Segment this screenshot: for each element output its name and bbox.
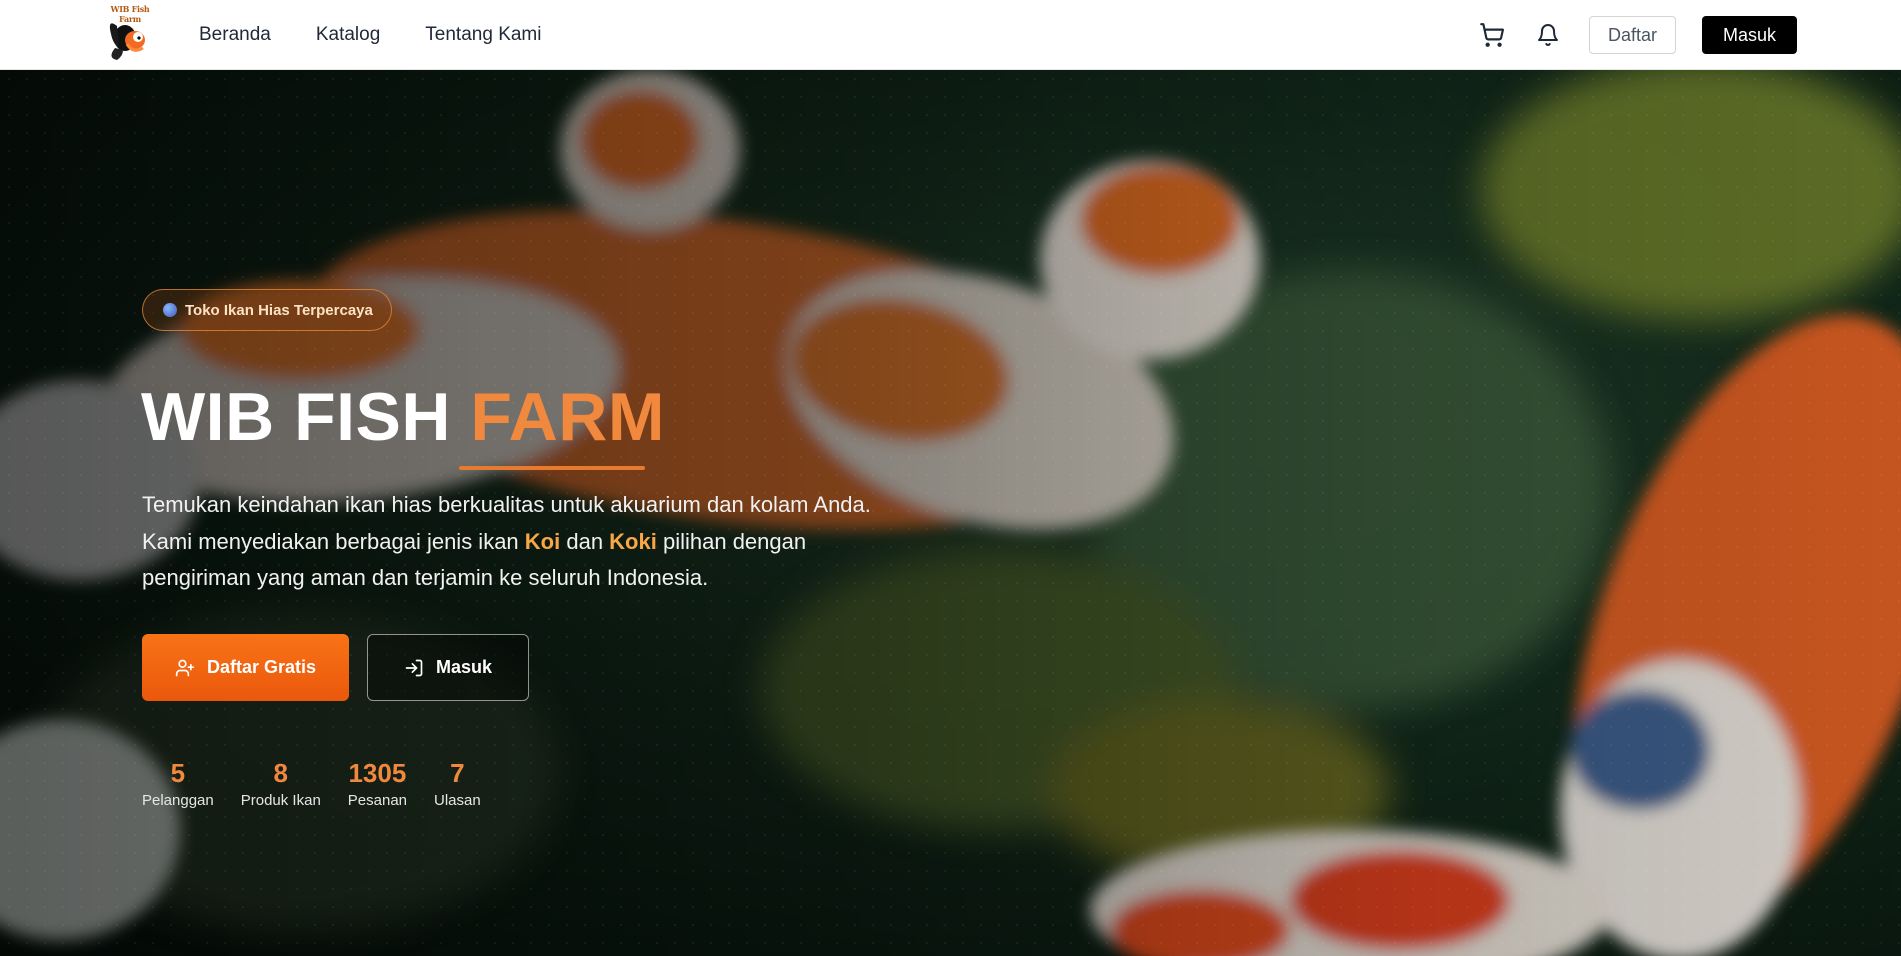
stat-value: 8 bbox=[273, 758, 288, 788]
shopping-cart-icon bbox=[1480, 23, 1504, 47]
desc-koki: Koki bbox=[609, 528, 657, 554]
bell-icon bbox=[1537, 24, 1558, 46]
stats-row: 5 Pelanggan 8 Produk Ikan 1305 Pesanan 7… bbox=[142, 758, 481, 809]
stat-value: 1305 bbox=[348, 758, 407, 788]
stat-value: 7 bbox=[450, 758, 465, 788]
globe-icon bbox=[163, 303, 177, 317]
login-hero-button[interactable]: Masuk bbox=[367, 634, 529, 701]
navbar: WIB Fish Farm Beranda Katalog Tentang Ka… bbox=[0, 0, 1901, 70]
stat-label: Pelanggan bbox=[142, 792, 214, 809]
register-button[interactable]: Daftar bbox=[1588, 16, 1676, 54]
logo-text: WIB Fish Farm bbox=[110, 4, 150, 24]
notification-button[interactable] bbox=[1533, 20, 1563, 50]
nav-link-tentang-kami[interactable]: Tentang Kami bbox=[425, 24, 541, 46]
main-nav: Beranda Katalog Tentang Kami bbox=[199, 0, 541, 70]
trust-badge: Toko Ikan Hias Terpercaya bbox=[142, 289, 392, 331]
register-free-button[interactable]: Daftar Gratis bbox=[142, 634, 349, 701]
brand-logo[interactable]: WIB Fish Farm bbox=[103, 4, 157, 62]
nav-link-beranda[interactable]: Beranda bbox=[199, 24, 271, 46]
stat-pesanan: 1305 Pesanan bbox=[348, 758, 407, 809]
login-hero-label: Masuk bbox=[435, 657, 493, 677]
stat-value: 5 bbox=[170, 758, 186, 788]
hero-section: Toko Ikan Hias Terpercaya WIB FISH FARM … bbox=[0, 70, 1901, 956]
stat-label: Pesanan bbox=[347, 792, 407, 809]
desc-koi: Koi bbox=[524, 528, 561, 554]
hero-title: WIB FISH FARM bbox=[141, 378, 665, 456]
stat-ulasan: 7 Ulasan bbox=[434, 758, 481, 809]
stat-label: Produk Ikan bbox=[240, 792, 321, 809]
hero-title-accent: FARM bbox=[470, 379, 666, 455]
user-plus-icon bbox=[175, 659, 195, 676]
register-free-label: Daftar Gratis bbox=[206, 657, 317, 677]
cart-button[interactable] bbox=[1477, 20, 1507, 50]
nav-actions: Daftar Masuk bbox=[1477, 0, 1797, 70]
hero-title-main: WIB FISH bbox=[141, 379, 451, 455]
desc-part-2: dan bbox=[560, 528, 610, 554]
title-underline bbox=[459, 466, 645, 470]
stat-label: Ulasan bbox=[434, 792, 481, 809]
login-button[interactable]: Masuk bbox=[1701, 16, 1797, 54]
stat-pelanggan: 5 Pelanggan bbox=[142, 758, 214, 809]
stat-produk-ikan: 8 Produk Ikan bbox=[241, 758, 321, 809]
hero-description: Temukan keindahan ikan hias berkualitas … bbox=[142, 487, 902, 597]
log-in-icon bbox=[405, 659, 423, 676]
badge-text: Toko Ikan Hias Terpercaya bbox=[185, 301, 373, 319]
nav-link-katalog[interactable]: Katalog bbox=[316, 24, 380, 46]
